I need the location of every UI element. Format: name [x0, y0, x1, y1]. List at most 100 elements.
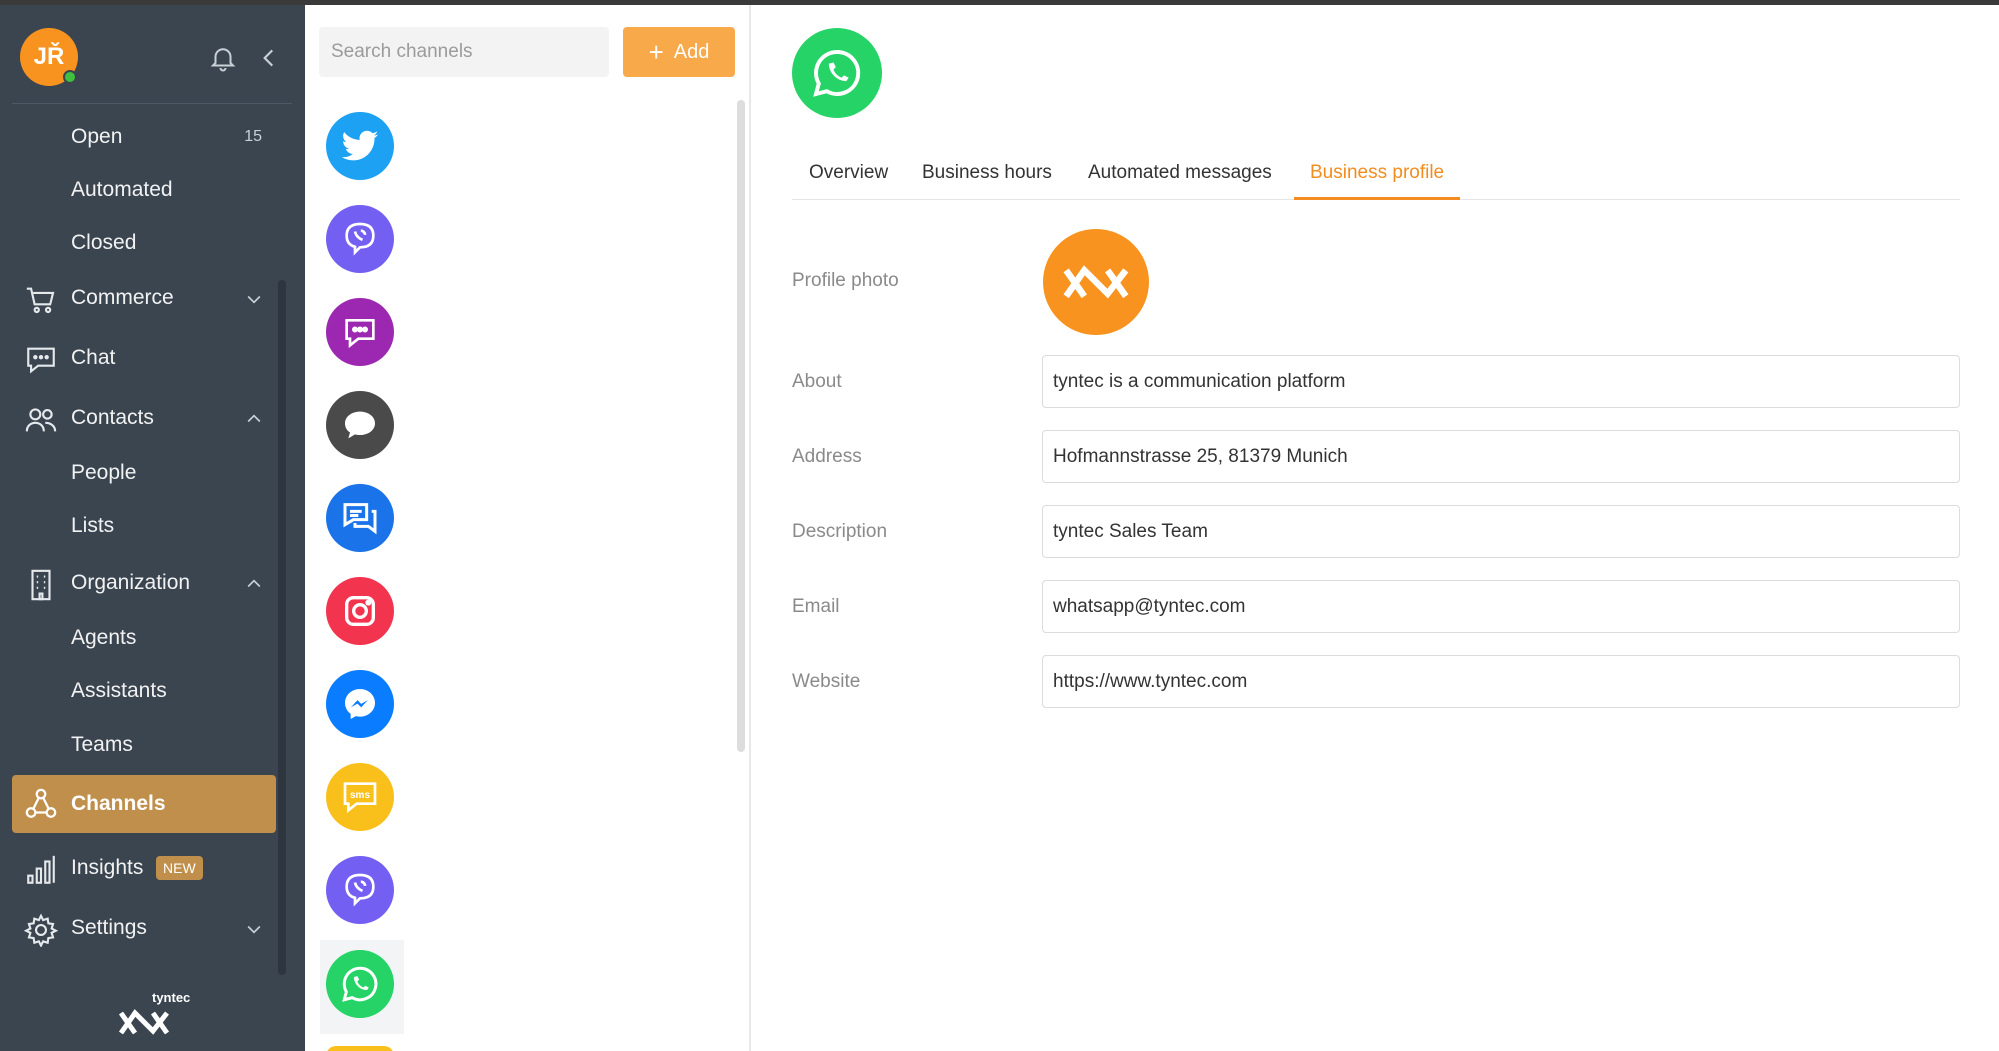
email-input[interactable] [1042, 580, 1960, 633]
sidebar-item-label: Agents [71, 626, 137, 649]
sidebar-item-closed[interactable]: Closed [12, 218, 276, 268]
sidebar-scrollbar[interactable] [278, 280, 286, 975]
gear-icon [24, 913, 58, 947]
sidebar-item-automated[interactable]: Automated [12, 165, 276, 215]
channel-item-whatsapp[interactable] [320, 940, 404, 1034]
sidebar-item-settings[interactable]: Settings [12, 903, 276, 953]
channel-item-twitter[interactable] [320, 102, 404, 190]
sidebar-item-label: Teams [71, 733, 133, 756]
address-input[interactable] [1042, 430, 1960, 483]
channel-item-conversation[interactable] [320, 474, 404, 562]
sidebar-item-insights[interactable]: Insights NEW [12, 843, 276, 893]
tab-business-profile[interactable]: Business profile [1294, 155, 1461, 200]
sidebar-item-lists[interactable]: Lists [12, 501, 276, 551]
chevron-up-icon [247, 579, 261, 588]
sidebar-item-label: People [71, 461, 137, 484]
sidebar-item-channels[interactable]: Channels [12, 775, 276, 833]
sidebar-item-label: Lists [71, 514, 115, 537]
whatsapp-icon [792, 28, 882, 118]
website-label: Website [792, 671, 861, 692]
instagram-icon [326, 577, 394, 645]
tab-business-hours[interactable]: Business hours [922, 155, 1052, 200]
tyntec-logo: tyntec [112, 985, 192, 1045]
svg-text:sms: sms [350, 790, 370, 801]
viber-icon [326, 856, 394, 924]
sidebar-header: JŘ [0, 5, 305, 105]
sidebar-divider [12, 103, 292, 104]
twitter-icon [326, 112, 394, 180]
description-input[interactable] [1042, 505, 1960, 558]
new-badge: NEW [156, 856, 203, 880]
chevron-left-icon[interactable] [256, 45, 282, 71]
add-button-label: Add [673, 40, 710, 63]
chevron-up-icon [247, 414, 261, 423]
search-channels-input[interactable] [319, 27, 609, 77]
sidebar-item-label: Open [71, 125, 123, 148]
conversation-icon [326, 484, 394, 552]
open-count: 15 [244, 128, 262, 145]
channel-item-instagram[interactable] [320, 567, 404, 655]
sidebar-item-label: Commerce [71, 286, 174, 309]
whatsapp-icon [326, 950, 394, 1018]
tab-bar: Overview Business hours Automated messag… [792, 155, 1960, 200]
channel-detail: Overview Business hours Automated messag… [752, 5, 1999, 1051]
email-label: Email [792, 596, 840, 617]
sidebar: JŘ Open 15 Automated Closed Commerce Cha… [0, 5, 305, 1051]
website-input[interactable] [1042, 655, 1960, 708]
sidebar-item-label: Chat [71, 346, 116, 369]
channel-item-message[interactable] [320, 288, 404, 376]
channel-item-sms[interactable]: sms [320, 753, 404, 841]
message-dots-icon [326, 298, 394, 366]
channels-icon [25, 788, 57, 818]
sidebar-item-people[interactable]: People [12, 448, 276, 498]
sidebar-item-assistants[interactable]: Assistants [12, 666, 276, 716]
sidebar-item-commerce[interactable]: Commerce [12, 273, 276, 323]
messenger-icon [326, 670, 394, 738]
about-input[interactable] [1042, 355, 1960, 408]
sidebar-item-teams[interactable]: Teams [12, 720, 276, 770]
sms-icon: sms [326, 763, 394, 831]
avatar-initials: JŘ [33, 43, 65, 70]
sidebar-item-label: Automated [71, 178, 173, 201]
sidebar-item-agents[interactable]: Agents [12, 613, 276, 663]
channel-list-scrollbar[interactable] [737, 100, 745, 752]
speech-bubble-icon [326, 391, 394, 459]
about-label: About [792, 371, 842, 392]
channel-item-partial[interactable] [326, 1046, 394, 1051]
sidebar-item-label: Channels [71, 792, 166, 815]
avatar[interactable]: JŘ [20, 28, 78, 86]
sidebar-item-label: Closed [71, 231, 137, 254]
tyntec-mark-icon [118, 1009, 170, 1035]
plus-icon: + [648, 37, 664, 67]
chat-bubble-icon [27, 347, 55, 374]
channel-item-speech[interactable] [320, 381, 404, 469]
chevron-down-icon [247, 925, 261, 934]
sidebar-item-chat[interactable]: Chat [12, 333, 276, 383]
profile-photo[interactable] [1043, 229, 1149, 335]
add-channel-button[interactable]: + Add [623, 27, 735, 77]
bell-icon[interactable] [208, 43, 238, 73]
sidebar-item-label: Contacts [71, 406, 154, 429]
channel-item-messenger[interactable] [320, 660, 404, 748]
sidebar-item-organization[interactable]: Organization [12, 558, 276, 608]
tab-overview[interactable]: Overview [809, 155, 888, 200]
channel-item-viber[interactable] [320, 195, 404, 283]
online-status-dot [63, 70, 77, 84]
channel-list-panel: + Add sms [305, 5, 751, 1051]
viber-icon [326, 205, 394, 273]
profile-photo-label: Profile photo [792, 270, 899, 291]
tab-automated-messages[interactable]: Automated messages [1088, 155, 1272, 200]
sidebar-item-label: Assistants [71, 679, 167, 702]
channel-item-viber-2[interactable] [320, 846, 404, 934]
sidebar-item-label: Insights [71, 856, 144, 879]
users-icon [25, 408, 57, 432]
sidebar-item-open[interactable]: Open 15 [12, 112, 276, 162]
building-icon [31, 569, 51, 601]
description-label: Description [792, 521, 888, 542]
sidebar-item-contacts[interactable]: Contacts [12, 393, 276, 443]
address-label: Address [792, 446, 862, 467]
tyntec-mark-icon [1063, 265, 1129, 299]
sidebar-item-label: Organization [71, 571, 191, 594]
bar-chart-icon [27, 855, 55, 884]
cart-icon [26, 287, 55, 314]
